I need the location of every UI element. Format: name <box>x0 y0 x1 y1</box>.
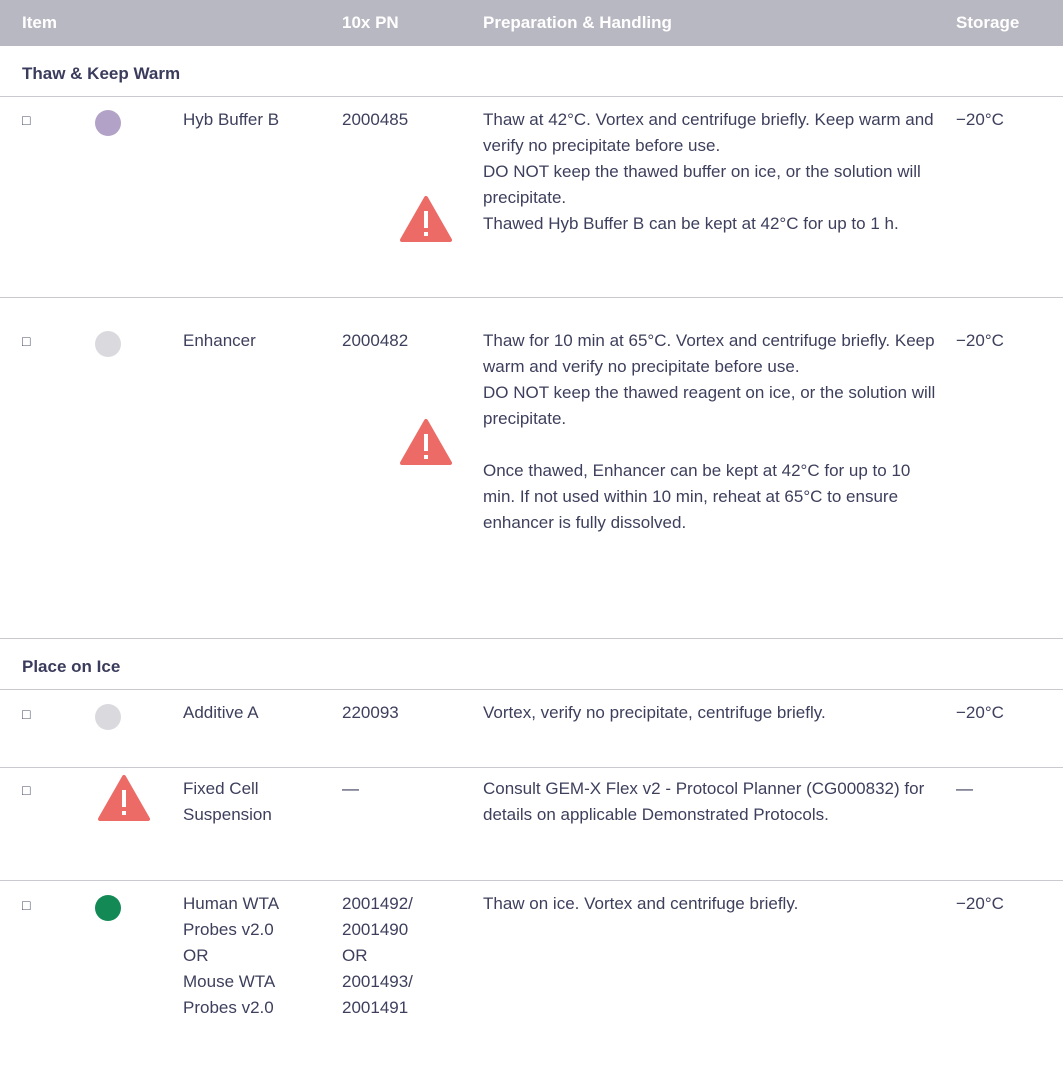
preparation-text: Thaw at 42°C. Vortex and centrifuge brie… <box>483 107 943 237</box>
green-dot-icon <box>95 895 121 921</box>
section-title-ice: Place on Ice <box>22 657 121 676</box>
header-pn: 10x PN <box>342 13 399 32</box>
divider <box>0 96 1063 97</box>
part-number-line: 2001493/ <box>342 972 413 991</box>
divider <box>0 638 1063 639</box>
prep-paragraph: Consult GEM-X Flex v2 - Protocol Planner… <box>483 779 925 824</box>
prep-paragraph: Vortex, verify no precipitate, centrifug… <box>483 703 826 722</box>
item-name: Enhancer <box>183 331 256 350</box>
divider <box>0 297 1063 298</box>
row-checkbox[interactable]: □ <box>22 782 30 798</box>
item-name-line: OR <box>183 946 209 965</box>
preparation-text: Thaw for 10 min at 65°C. Vortex and cent… <box>483 328 943 536</box>
part-number: — <box>342 779 359 798</box>
item-name: Human WTA Probes v2.0 OR Mouse WTA Probe… <box>183 891 323 1021</box>
part-number-line: OR <box>342 946 368 965</box>
preparation-text: Thaw on ice. Vortex and centrifuge brief… <box>483 891 943 917</box>
item-name-line: Human WTA <box>183 894 280 913</box>
divider <box>0 767 1063 768</box>
preparation-text: Vortex, verify no precipitate, centrifug… <box>483 700 943 726</box>
header-prep: Preparation & Handling <box>483 13 672 32</box>
prep-warning-paragraph: DO NOT keep the thawed buffer on ice, or… <box>483 162 921 207</box>
item-name: Additive A <box>183 703 259 722</box>
item-name: Fixed Cell Suspension <box>183 779 272 824</box>
part-number-line: 2001492/ <box>342 894 413 913</box>
row-checkbox[interactable]: □ <box>22 706 30 722</box>
item-name: Hyb Buffer B <box>183 110 280 129</box>
divider <box>0 689 1063 690</box>
prep-paragraph: Thaw for 10 min at 65°C. Vortex and cent… <box>483 331 935 376</box>
item-name-line: Probes v2.0 <box>183 920 274 939</box>
divider <box>0 880 1063 881</box>
warning-icon <box>400 196 452 242</box>
header-storage: Storage <box>956 13 1020 32</box>
gray-dot-icon <box>95 331 121 357</box>
section-title-thaw: Thaw & Keep Warm <box>22 64 181 83</box>
row-checkbox[interactable]: □ <box>22 112 30 128</box>
item-name-line: Probes v2.0 <box>183 998 274 1017</box>
storage-temp: — <box>956 779 973 798</box>
table-header: Item 10x PN Preparation & Handling Stora… <box>0 0 1063 46</box>
prep-paragraph: Thawed Hyb Buffer B can be kept at 42°C … <box>483 214 899 233</box>
part-number: 2001492/ 2001490 OR 2001493/ 2001491 <box>342 891 462 1021</box>
preparation-text: Consult GEM-X Flex v2 - Protocol Planner… <box>483 776 943 828</box>
gray-dot-icon <box>95 704 121 730</box>
prep-warning-paragraph: DO NOT keep the thawed reagent on ice, o… <box>483 383 936 428</box>
storage-temp: −20°C <box>956 110 1004 129</box>
storage-temp: −20°C <box>956 703 1004 722</box>
storage-temp: −20°C <box>956 331 1004 350</box>
row-checkbox[interactable]: □ <box>22 897 30 913</box>
prep-paragraph: Thaw on ice. Vortex and centrifuge brief… <box>483 894 799 913</box>
warning-icon <box>98 775 150 821</box>
part-number: 2000482 <box>342 331 409 350</box>
warning-icon <box>400 419 452 465</box>
header-item: Item <box>22 13 57 32</box>
prep-paragraph: Once thawed, Enhancer can be kept at 42°… <box>483 461 911 532</box>
row-checkbox[interactable]: □ <box>22 333 30 349</box>
purple-dot-icon <box>95 110 121 136</box>
part-number-line: 2001491 <box>342 998 409 1017</box>
item-name-line: Mouse WTA <box>183 972 276 991</box>
part-number: 2000485 <box>342 110 409 129</box>
prep-paragraph: Thaw at 42°C. Vortex and centrifuge brie… <box>483 110 934 155</box>
part-number: 220093 <box>342 703 399 722</box>
storage-temp: −20°C <box>956 894 1004 913</box>
part-number-line: 2001490 <box>342 920 409 939</box>
